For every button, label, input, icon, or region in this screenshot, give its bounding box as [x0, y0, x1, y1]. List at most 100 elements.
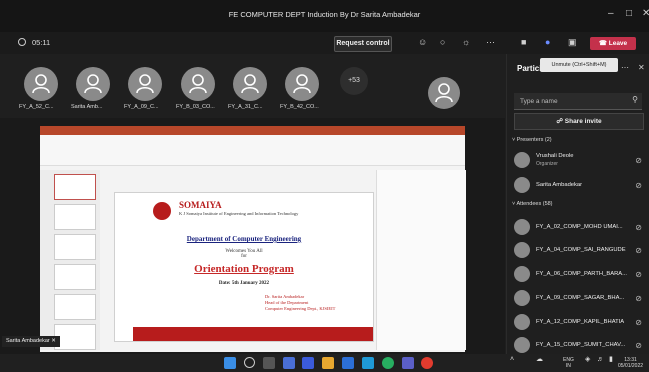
slide-thumbnail — [54, 264, 96, 290]
muted-mic-icon: ⊘ — [635, 341, 642, 350]
minimize-icon[interactable]: – — [608, 8, 614, 19]
task-view-icon[interactable] — [263, 357, 275, 369]
muted-mic-icon: ⊘ — [635, 294, 642, 303]
mic-icon[interactable]: ● — [545, 37, 550, 47]
presenter-item[interactable]: Vrushali Deole Organizer ⊘ — [514, 152, 646, 170]
language-indicator[interactable]: ENG IN — [563, 357, 574, 369]
sig-role: Head of the Department — [265, 300, 309, 305]
avatar — [514, 337, 530, 353]
attendees-header[interactable]: ˅ Attendees (58) — [512, 201, 553, 207]
muted-mic-icon: ✕ — [51, 338, 56, 344]
more-options-icon[interactable]: ⋯ — [621, 63, 629, 72]
share-invite-button[interactable]: ☍ Share invite — [514, 113, 644, 130]
person-name: FY_A_15_COMP_SUMIT_CHAV... — [536, 342, 626, 348]
battery-icon[interactable]: ▮ — [609, 356, 613, 363]
reactions-icon[interactable]: ☼ — [462, 37, 470, 47]
chat-icon[interactable]: ○ — [440, 37, 445, 47]
participant-avatar[interactable] — [233, 67, 267, 101]
presenters-header[interactable]: ˅ Presenters (2) — [512, 137, 552, 143]
slide-thumbnail — [54, 204, 96, 230]
clock[interactable]: 13:31 05/01/2022 — [618, 357, 643, 369]
participant-name: FY_A_09_C... — [124, 104, 159, 110]
attendee-item[interactable]: FY_A_12_COMP_KAPIL_BHATIA ⊘ — [514, 314, 646, 332]
presenter-name: Sarita Ambadekar — [6, 338, 50, 344]
file-explorer-icon[interactable] — [322, 357, 334, 369]
person-name: FY_A_06_COMP_PARTH_BARA... — [536, 271, 627, 277]
person-name: Vrushali Deole — [536, 153, 574, 159]
person-name: FY_A_12_COMP_KAPIL_BHATIA — [536, 319, 625, 325]
meeting-toolbar: 05:11 Request control ☺ ○ ☼ ⋯ ■ ● ▣ ☎ Le… — [0, 32, 649, 54]
slide-brand: SOMAIYA — [179, 200, 222, 210]
avatar — [514, 152, 530, 168]
camera-icon[interactable]: ■ — [521, 37, 526, 47]
cloud-icon: ☁ — [536, 356, 543, 363]
title-bar: FE COMPUTER DEPT Induction By Dr Sarita … — [0, 0, 649, 32]
share-screen-icon[interactable]: ▣ — [568, 37, 577, 48]
slide-welcome: Welcomes You All for — [115, 249, 373, 259]
attendee-item[interactable]: FY_A_06_COMP_PARTH_BARA... ⊘ — [514, 266, 646, 284]
leave-button[interactable]: ☎ Leave — [590, 37, 636, 50]
more-participants-button[interactable]: +53 — [340, 67, 368, 95]
presenter-item[interactable]: Sarita Ambadekar ⊘ — [514, 177, 646, 195]
avatar — [514, 177, 530, 193]
video-chat-icon[interactable] — [302, 357, 314, 369]
participant-avatar[interactable] — [76, 67, 110, 101]
edge-icon[interactable] — [382, 357, 394, 369]
avatar — [514, 219, 530, 235]
participant-search[interactable]: ⚲ — [514, 93, 642, 110]
sig-name: Dr. Sarita Ambadekar — [265, 294, 305, 299]
chrome-icon[interactable] — [421, 357, 433, 369]
settings-icon[interactable] — [362, 357, 374, 369]
ppt-title-bar — [40, 126, 465, 135]
participant-avatar[interactable] — [181, 67, 215, 101]
attendee-item[interactable]: FY_A_09_COMP_SAGAR_BHA... ⊘ — [514, 290, 646, 308]
slide-department: Department of Computer Engineering — [186, 235, 302, 243]
muted-mic-icon: ⊘ — [635, 246, 642, 255]
participant-avatar[interactable] — [24, 67, 58, 101]
somaiya-logo — [153, 202, 171, 220]
attendee-item[interactable]: FY_A_15_COMP_SUMIT_CHAV... ⊘ — [514, 337, 646, 355]
phone-icon: ☎ — [598, 40, 609, 47]
muted-mic-icon: ⊘ — [635, 156, 642, 165]
wifi-icon[interactable]: ◈ — [585, 356, 590, 363]
volume-icon[interactable]: ♬ — [597, 356, 604, 363]
ppt-ribbon — [40, 135, 465, 166]
sig-dept: Computer Engineering Dept., KJSIEIT — [265, 306, 336, 311]
search-icon[interactable]: ⚲ — [632, 95, 638, 104]
close-panel-icon[interactable]: ✕ — [638, 63, 645, 72]
start-icon[interactable] — [224, 357, 236, 369]
current-slide: SOMAIYA K J Somaiya Institute of Enginee… — [114, 192, 374, 342]
for-text: for — [241, 254, 247, 259]
search-icon[interactable] — [244, 357, 255, 368]
teams-icon[interactable] — [402, 357, 414, 369]
share-icon: ☍ — [556, 118, 565, 125]
shared-powerpoint-window: SOMAIYA K J Somaiya Institute of Enginee… — [40, 126, 466, 352]
leave-label: Leave — [608, 40, 628, 47]
person-name: FY_A_04_COMP_SAI_RANGUDE — [536, 247, 626, 253]
muted-mic-icon: ⊘ — [635, 318, 642, 327]
participant-name: FY_B_03_CO... — [176, 104, 215, 110]
muted-mic-icon: ⊘ — [635, 223, 642, 232]
maximize-icon[interactable]: □ — [626, 8, 632, 19]
participant-name: FY_A_52_C... — [19, 104, 54, 110]
unmute-tooltip: Unmute (Ctrl+Shift+M) — [540, 58, 618, 72]
slide-signature: Dr. Sarita Ambadekar Head of the Departme… — [265, 294, 335, 312]
muted-mic-icon: ⊘ — [635, 181, 642, 190]
slide-thumbnail — [54, 174, 96, 200]
more-actions-icon[interactable]: ⋯ — [486, 37, 495, 48]
close-icon[interactable]: ✕ — [642, 8, 649, 19]
participant-avatar[interactable] — [128, 67, 162, 101]
participant-name: FY_A_31_C... — [228, 104, 263, 110]
attendee-item[interactable]: FY_A_04_COMP_SAI_RANGUDE ⊘ — [514, 242, 646, 260]
participant-avatar[interactable] — [285, 67, 319, 101]
lang-bottom: IN — [565, 363, 571, 369]
widgets-icon[interactable] — [283, 357, 295, 369]
participant-search-input[interactable] — [520, 95, 620, 107]
attendee-item[interactable]: FY_A_02_COMP_MOHD UMAI... ⊘ — [514, 219, 646, 237]
chevron-up-icon[interactable]: ˄ — [510, 356, 514, 363]
store-icon[interactable] — [342, 357, 354, 369]
speaker-avatar — [428, 77, 460, 109]
participants-icon[interactable]: ☺ — [418, 37, 427, 47]
request-control-button[interactable]: Request control — [334, 36, 392, 52]
format-pane — [376, 170, 466, 350]
